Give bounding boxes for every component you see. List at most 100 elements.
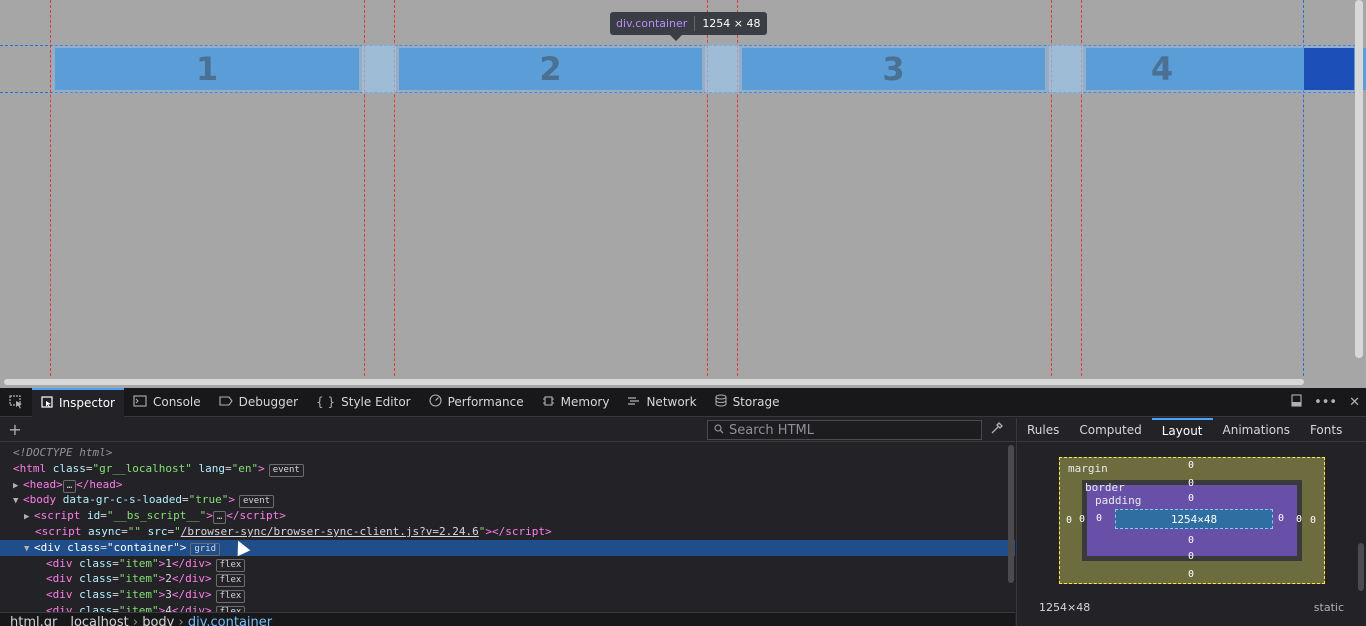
markup-scrollbar[interactable] <box>1008 445 1014 583</box>
markup-line-container[interactable]: ▼ <div class="container"> grid <box>0 539 1015 556</box>
item-text: 3 <box>165 588 172 602</box>
more-options-icon[interactable]: ••• <box>1314 395 1337 410</box>
close-icon[interactable]: ✕ <box>1349 395 1360 410</box>
network-icon <box>627 395 640 410</box>
collapsed-ellipsis[interactable]: … <box>62 479 77 493</box>
add-node-icon[interactable]: + <box>0 420 30 439</box>
markup-line-item[interactable]: <div class="item">3</div> flex <box>0 587 1015 604</box>
padding-right-value[interactable]: 0 <box>1278 513 1284 524</box>
flex-badge[interactable]: flex <box>215 574 246 588</box>
doctype-text: <!DOCTYPE html> <box>13 446 113 459</box>
tooltip-selector: div.container <box>616 17 688 30</box>
markup-line-head[interactable]: ▶ <head>… </head> <box>0 477 1015 493</box>
html-class-value: gr__localhost <box>99 461 186 475</box>
tab-animations[interactable]: Animations <box>1213 418 1300 442</box>
breadcrumb: html.gr__localhost › body › div.containe… <box>0 612 1015 626</box>
breadcrumb-item[interactable]: html.gr__localhost <box>10 615 129 626</box>
debugger-icon <box>219 395 233 410</box>
element-size: 1254×48 <box>1039 601 1091 614</box>
grid-item-1[interactable]: 1 <box>55 48 359 90</box>
vertical-scrollbar[interactable] <box>1355 0 1363 358</box>
element-position: static <box>1313 601 1344 614</box>
tab-console[interactable]: Console <box>124 388 210 417</box>
body-attr-name: data-gr-c-s-loaded <box>62 493 182 507</box>
element-picker-icon[interactable] <box>0 388 32 417</box>
border-bottom-value[interactable]: 0 <box>1188 551 1194 562</box>
tab-style-editor[interactable]: { } Style Editor <box>307 388 420 417</box>
sidebar-panel: Rules Computed Layout Animations Fonts m… <box>1016 417 1366 626</box>
grid-line <box>50 0 51 376</box>
markup-line-script-bs[interactable]: ▶ <script id="__bs_script__">… </script> <box>0 508 1015 525</box>
tab-fonts[interactable]: Fonts <box>1300 418 1352 442</box>
margin-left-value[interactable]: 0 <box>1066 515 1072 526</box>
tab-network[interactable]: Network <box>618 388 705 417</box>
style-editor-icon: { } <box>316 395 336 409</box>
padding-label: padding <box>1095 494 1142 507</box>
markup-line-item[interactable]: <div class="item">1</div> flex <box>0 556 1015 572</box>
tab-layout[interactable]: Layout <box>1151 417 1213 442</box>
event-badge[interactable]: event <box>238 495 275 509</box>
grid-item-3[interactable]: 3 <box>742 48 1045 90</box>
border-box: border 0 0 0 0 padding 0 0 0 0 1254×48 <box>1079 478 1302 562</box>
grid-badge[interactable]: grid <box>190 542 221 556</box>
eyedropper-icon[interactable] <box>990 421 1004 439</box>
tab-label: Storage <box>732 395 780 409</box>
tooltip-size: 1254 × 48 <box>702 17 761 30</box>
tab-rules[interactable]: Rules <box>1017 418 1069 442</box>
overflow-highlight <box>1304 48 1354 90</box>
tab-performance[interactable]: Performance <box>420 388 533 417</box>
script-id-value: __bs_script__ <box>113 509 200 523</box>
tab-label: Console <box>152 395 201 409</box>
box-model-diagram: margin 0 0 0 0 border 0 0 0 0 padding 0 … <box>1059 457 1325 584</box>
page-viewport: 1 2 3 4 div.container 1254 × 48 <box>0 0 1366 388</box>
markup-line-item[interactable]: <div class="item">2</div> flex <box>0 571 1015 588</box>
tab-debugger[interactable]: Debugger <box>210 388 307 417</box>
grid-item-4-label: 4 <box>1150 50 1174 88</box>
markup-panel: + Search HTML <!DOCTYPE html> <html clas… <box>0 418 1015 626</box>
border-top-value[interactable]: 0 <box>1188 478 1194 489</box>
markup-toolbar: + Search HTML <box>0 418 1015 442</box>
padding-top-value[interactable]: 0 <box>1188 493 1194 504</box>
markup-line-html[interactable]: <html class="gr__localhost" lang="en"> ev… <box>0 461 1015 477</box>
markup-line-script-src[interactable]: <script async="" src="/browser-sync/brow… <box>0 524 1015 540</box>
grid-gap <box>362 45 396 93</box>
markup-line-body[interactable]: ▼ <body data-gr-c-s-loaded="true"> event <box>0 492 1015 509</box>
tab-label: Inspector <box>59 396 115 410</box>
border-label: border <box>1085 481 1125 494</box>
sidebar-scrollbar[interactable] <box>1358 543 1364 591</box>
padding-left-value[interactable]: 0 <box>1096 513 1102 524</box>
margin-bottom-value[interactable]: 0 <box>1188 569 1194 580</box>
margin-right-value[interactable]: 0 <box>1310 515 1316 526</box>
breadcrumb-item-current[interactable]: div.container <box>188 615 272 626</box>
flex-badge[interactable]: flex <box>215 590 246 604</box>
border-right-value[interactable]: 0 <box>1296 514 1302 525</box>
item-text: 2 <box>165 572 172 586</box>
breadcrumb-item[interactable]: body <box>142 615 174 626</box>
tab-inspector[interactable]: Inspector <box>32 387 124 417</box>
container-class-value: container <box>113 540 174 554</box>
body-attr-value: true <box>195 493 222 507</box>
search-html-field[interactable]: Search HTML <box>707 420 982 440</box>
border-left-value[interactable]: 0 <box>1079 514 1085 525</box>
script-src-link[interactable]: /browser-sync/browser-sync-client.js?v=2… <box>181 525 479 538</box>
horizontal-scrollbar[interactable] <box>4 379 1304 385</box>
markup-line-doctype[interactable]: <!DOCTYPE html> <box>0 445 1015 461</box>
memory-icon <box>542 395 555 410</box>
tab-computed[interactable]: Computed <box>1069 418 1151 442</box>
content-box-size: 1254×48 <box>1115 509 1273 529</box>
grid-gap <box>705 45 739 93</box>
collapsed-ellipsis[interactable]: … <box>212 511 227 525</box>
storage-icon <box>715 394 727 410</box>
flex-badge[interactable]: flex <box>215 558 246 572</box>
event-badge[interactable]: event <box>268 463 304 477</box>
dock-icon[interactable] <box>1291 394 1302 411</box>
markup-tree: <!DOCTYPE html> <html class="gr__localho… <box>0 442 1015 619</box>
tab-label: Debugger <box>238 395 299 409</box>
padding-bottom-value[interactable]: 0 <box>1188 535 1194 546</box>
tab-label: Network <box>646 395 697 409</box>
tab-memory[interactable]: Memory <box>533 388 619 417</box>
margin-top-value[interactable]: 0 <box>1188 460 1194 471</box>
search-icon <box>714 423 724 438</box>
grid-item-2[interactable]: 2 <box>399 48 702 90</box>
tab-storage[interactable]: Storage <box>706 388 789 417</box>
